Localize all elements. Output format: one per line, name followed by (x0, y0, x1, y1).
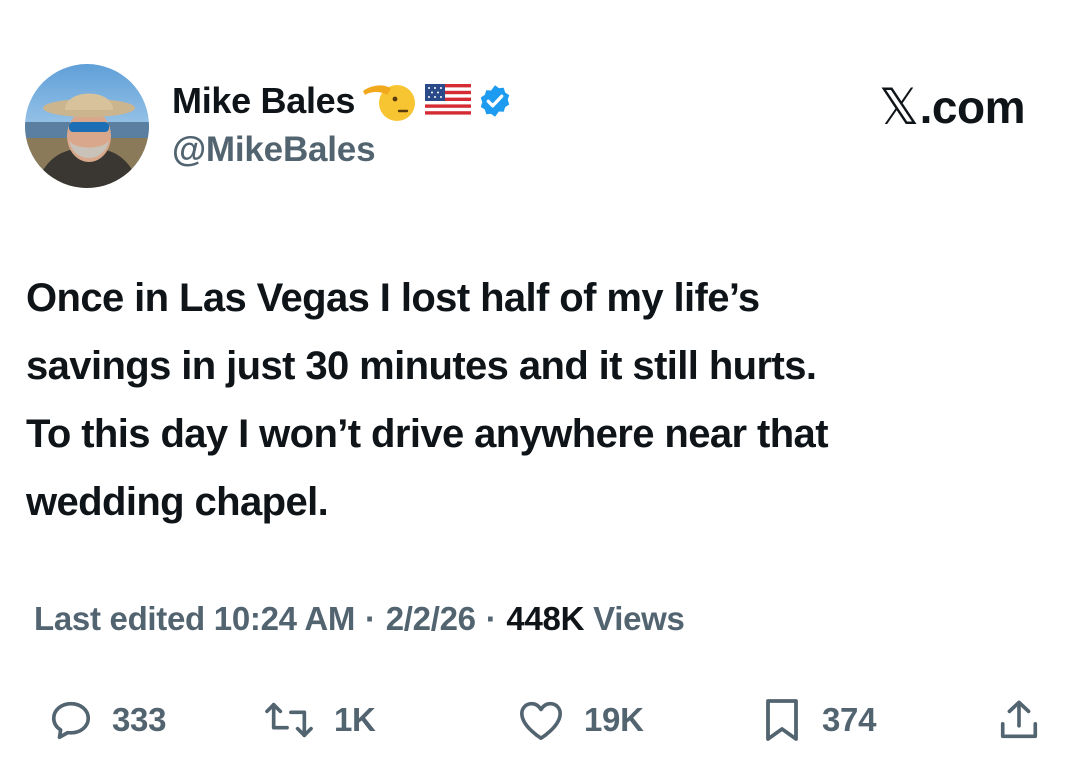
brand-logo: 𝕏 .com (878, 78, 1026, 136)
tweet-body-line: wedding chapel. (26, 480, 329, 524)
us-flag-emoji-icon (425, 84, 472, 118)
bookmark-count: 374 (822, 701, 877, 738)
tweet-date[interactable]: 2/2/26 (386, 600, 476, 638)
author-name-row: Mike Bales (172, 78, 513, 124)
avatar-photo (25, 64, 149, 188)
repost-count: 1K (334, 701, 376, 738)
heart-icon (520, 701, 562, 741)
bookmark-button[interactable]: 374 (760, 690, 876, 750)
views-count: 448K (506, 600, 585, 637)
reply-button[interactable]: 333 (48, 690, 166, 750)
x-logo-icon: 𝕏 (878, 78, 919, 136)
like-count: 19K (584, 701, 644, 738)
tweet-body-line: savings in just 30 minutes and it still … (26, 344, 817, 388)
reply-icon (51, 701, 91, 740)
brand-domain: .com (919, 81, 1026, 133)
repost-button[interactable]: 1K (262, 690, 376, 750)
avatar[interactable] (25, 64, 149, 188)
repost-icon (265, 702, 313, 738)
bookmark-icon (766, 699, 798, 741)
tweet-card: Mike Bales @MikeBales 𝕏 .com Once in Las… (0, 0, 1080, 782)
share-icon (1000, 700, 1038, 739)
like-button[interactable]: 19K (516, 690, 644, 750)
meta-separator: · (365, 600, 376, 637)
tweet-meta: Last edited 10:24 AM · 2/2/26 · 448K Vie… (34, 600, 685, 638)
author-display-name[interactable]: Mike Bales (172, 80, 355, 122)
tweet-body-line: To this day I won’t drive anywhere near … (26, 412, 829, 456)
tweet-body-line: Once in Las Vegas I lost half of my life… (26, 276, 760, 320)
meta-separator: · (485, 600, 497, 637)
edited-timestamp[interactable]: Last edited 10:24 AM (34, 600, 355, 638)
verified-badge-icon[interactable] (477, 83, 513, 119)
author-handle[interactable]: @MikeBales (172, 130, 376, 170)
saluting-face-emoji-icon (361, 79, 419, 123)
tweet-body: Once in Las Vegas I lost half of my life… (26, 264, 1056, 536)
reply-count: 333 (112, 701, 167, 738)
views-label: Views (593, 600, 685, 637)
share-button[interactable] (996, 690, 1042, 750)
action-bar: 333 1K 19K 374 (0, 690, 1080, 750)
